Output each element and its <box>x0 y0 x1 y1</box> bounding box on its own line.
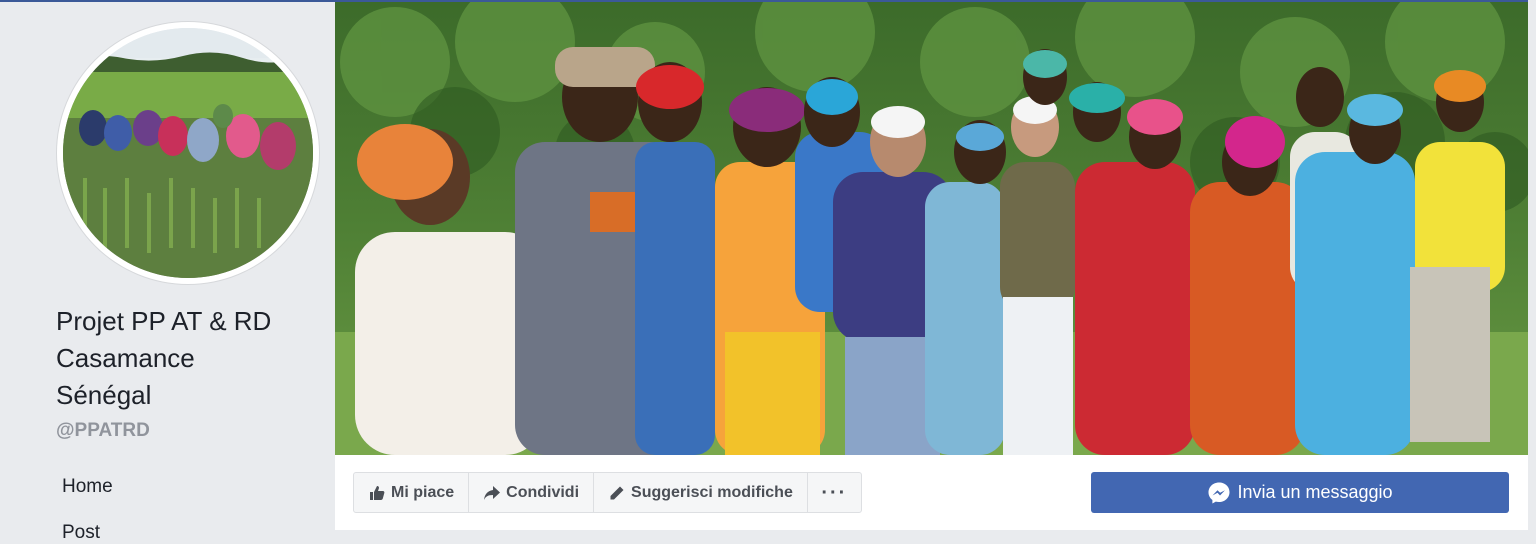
send-message-button[interactable]: Invia un messaggio <box>1091 472 1509 513</box>
page-title-line: Sénégal <box>56 380 152 410</box>
share-arrow-icon <box>483 484 501 502</box>
profile-picture[interactable] <box>57 22 319 284</box>
cover-photo[interactable] <box>335 2 1528 455</box>
more-dots-icon: ··· <box>821 481 848 504</box>
messenger-icon <box>1207 481 1231 505</box>
right-gutter <box>1528 0 1536 544</box>
nav-item-post[interactable]: Post <box>62 522 100 544</box>
action-button-group: Mi piace Condividi Suggerisci modifiche … <box>353 472 862 513</box>
page-title-line: Casamance <box>56 343 195 373</box>
profile-picture-image <box>63 28 313 278</box>
cover-photo-image <box>335 2 1528 455</box>
share-button-label: Condividi <box>506 483 580 501</box>
suggest-edits-button[interactable]: Suggerisci modifiche <box>594 473 808 512</box>
more-options-button[interactable]: ··· <box>808 473 861 512</box>
like-button-label: Mi piace <box>391 483 455 501</box>
page-title-line: Projet PP AT & RD <box>56 306 272 336</box>
thumbs-up-icon <box>368 484 386 502</box>
left-column: Projet PP AT & RD Casamance Sénégal @PPA… <box>0 2 333 544</box>
like-button[interactable]: Mi piace <box>354 473 470 512</box>
nav-item-home[interactable]: Home <box>62 476 113 498</box>
page-title: Projet PP AT & RD Casamance Sénégal <box>56 303 326 414</box>
pencil-icon <box>608 484 626 502</box>
page-action-bar: Mi piace Condividi Suggerisci modifiche … <box>335 455 1528 530</box>
page-handle[interactable]: @PPATRD <box>56 420 150 442</box>
suggest-edits-label: Suggerisci modifiche <box>631 483 793 501</box>
share-button[interactable]: Condividi <box>469 473 595 512</box>
send-message-label: Invia un messaggio <box>1237 482 1393 502</box>
